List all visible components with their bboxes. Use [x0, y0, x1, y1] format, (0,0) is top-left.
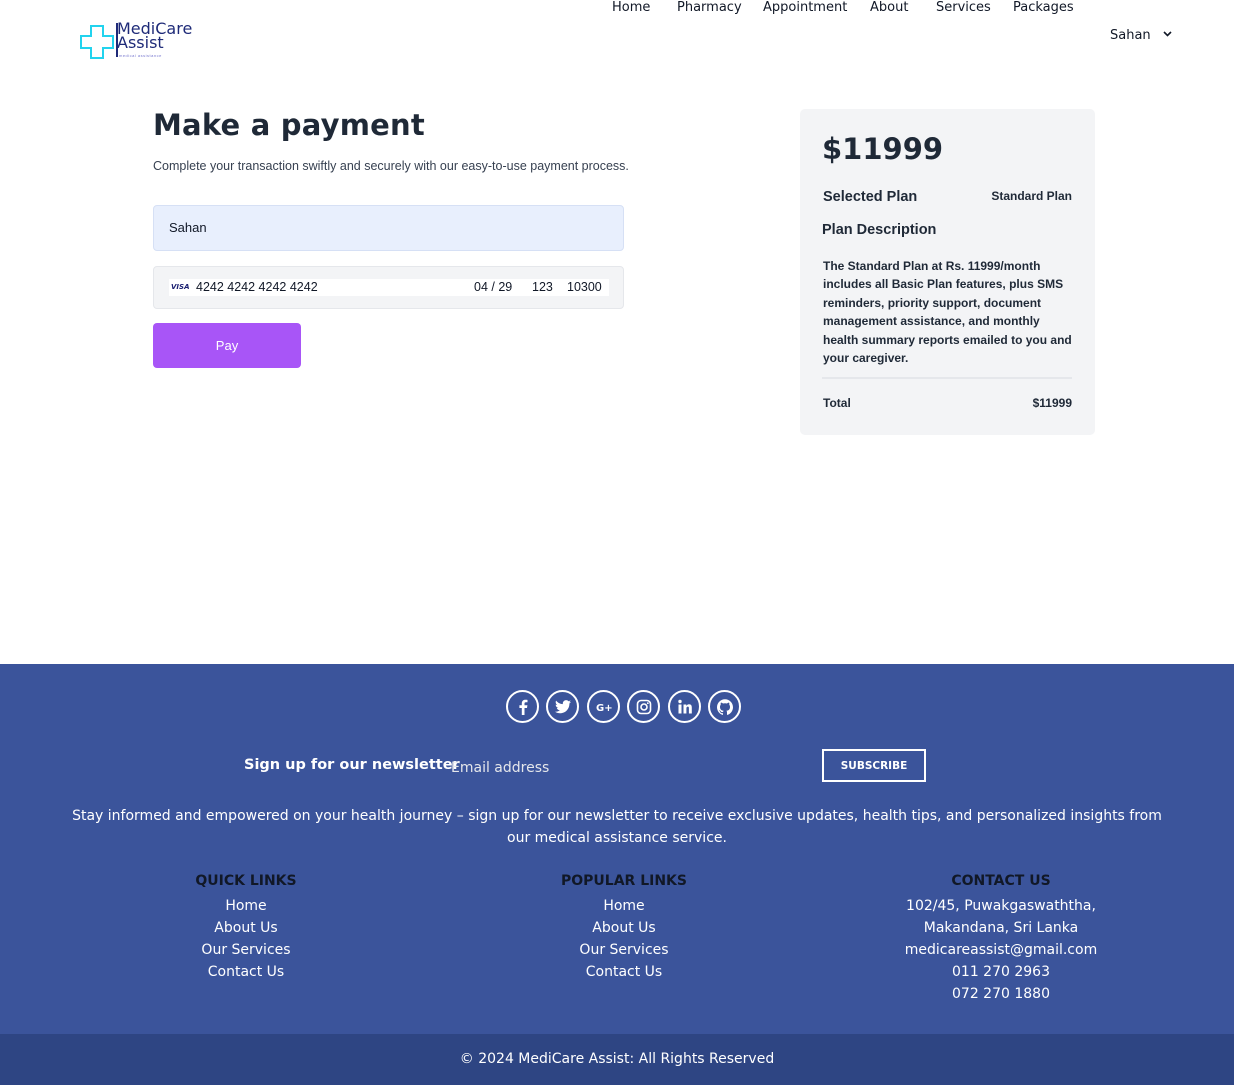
card-input-row: VISA 4242 4242 4242 4242 04 / 29 123 103…: [169, 279, 609, 296]
contact-phone-1: 011 270 2963: [952, 964, 1050, 980]
nav-services[interactable]: Services: [936, 0, 991, 15]
total-label: Total: [823, 396, 851, 410]
nav-packages[interactable]: Packages: [1013, 0, 1074, 15]
newsletter-label: Sign up for our newsletter: [244, 757, 460, 773]
popular-link-contact[interactable]: Contact Us: [474, 961, 774, 983]
popular-links-column: POPULAR LINKS Home About Us Our Services…: [474, 873, 774, 983]
contact-email[interactable]: medicareassist@gmail.com: [851, 939, 1151, 961]
order-summary-card: $11999 Selected Plan Standard Plan Plan …: [800, 109, 1095, 435]
chevron-down-icon: [1163, 31, 1172, 37]
brand-name-line2: Assist: [117, 33, 164, 52]
copyright-bar: © 2024 MediCare Assist: All Rights Reser…: [0, 1034, 1234, 1085]
nav-about[interactable]: About: [870, 0, 908, 15]
card-cvc-input[interactable]: 123: [532, 280, 553, 294]
contact-phone-2: 072 270 1880: [952, 986, 1050, 1002]
subscribe-button[interactable]: SUBSCRIBE: [822, 749, 926, 782]
plan-description: The Standard Plan at Rs. 11999/month inc…: [823, 259, 1072, 366]
quick-link-services[interactable]: Our Services: [96, 939, 396, 961]
svg-text:G+: G+: [596, 703, 613, 713]
nav-appointment[interactable]: Appointment: [763, 0, 847, 15]
github-icon[interactable]: [708, 690, 741, 723]
selected-plan-label: Selected Plan: [823, 189, 918, 205]
newsletter-email-input[interactable]: [451, 758, 811, 778]
contact-address-line2: Makandana, Sri Lanka: [923, 920, 1079, 936]
page-subtitle: Complete your transaction swiftly and se…: [153, 159, 629, 173]
pay-button[interactable]: Pay: [153, 323, 301, 368]
quick-link-about[interactable]: About Us: [96, 917, 396, 939]
user-menu[interactable]: Sahan: [1110, 28, 1172, 43]
cardholder-name-field[interactable]: Sahan: [153, 205, 624, 251]
newsletter-description: Stay informed and empowered on your heal…: [72, 808, 1162, 846]
quick-links-title: QUICK LINKS: [195, 873, 297, 889]
brand-logo[interactable]: MediCare Assist medical assistance: [79, 20, 199, 62]
selected-plan-value: Standard Plan: [991, 189, 1072, 203]
quick-links-column: QUICK LINKS Home About Us Our Services C…: [96, 873, 396, 983]
nav-pharmacy[interactable]: Pharmacy: [677, 0, 742, 15]
instagram-icon[interactable]: [627, 690, 660, 723]
summary-divider: [822, 377, 1072, 379]
card-zip-input[interactable]: 10300: [567, 280, 602, 294]
google-plus-icon[interactable]: G+: [587, 690, 620, 723]
plan-description-label: Plan Description: [822, 222, 937, 238]
page-title: Make a payment: [153, 108, 425, 142]
user-name: Sahan: [1110, 28, 1151, 43]
popular-link-about[interactable]: About Us: [474, 917, 774, 939]
card-expiry-input[interactable]: 04 / 29: [474, 280, 512, 294]
card-number-input[interactable]: 4242 4242 4242 4242: [196, 280, 318, 294]
quick-link-contact[interactable]: Contact Us: [96, 961, 396, 983]
contact-title: CONTACT US: [951, 873, 1051, 889]
nav-home[interactable]: Home: [612, 0, 650, 15]
header: MediCare Assist medical assistance Home …: [0, 0, 1234, 74]
twitter-icon[interactable]: [546, 690, 579, 723]
quick-link-home[interactable]: Home: [96, 895, 396, 917]
linkedin-icon[interactable]: [668, 690, 701, 723]
visa-icon: VISA: [171, 283, 190, 291]
brand-tagline: medical assistance: [119, 53, 162, 58]
contact-address-line1: 102/45, Puwakgaswaththa,: [906, 898, 1096, 914]
popular-link-home[interactable]: Home: [474, 895, 774, 917]
card-details-field[interactable]: VISA 4242 4242 4242 4242 04 / 29 123 103…: [153, 266, 624, 309]
plan-price: $11999: [822, 132, 944, 166]
popular-links-title: POPULAR LINKS: [561, 873, 687, 889]
facebook-icon[interactable]: [506, 690, 539, 723]
brand-name: MediCare Assist: [117, 21, 192, 52]
contact-column: CONTACT US 102/45, Puwakgaswaththa, Maka…: [851, 873, 1151, 1005]
medical-cross-icon: [80, 25, 114, 59]
total-value: $11999: [1032, 396, 1072, 410]
footer: G+ Sign up for our newsletter SUBSCRIBE …: [0, 664, 1234, 1034]
popular-link-services[interactable]: Our Services: [474, 939, 774, 961]
